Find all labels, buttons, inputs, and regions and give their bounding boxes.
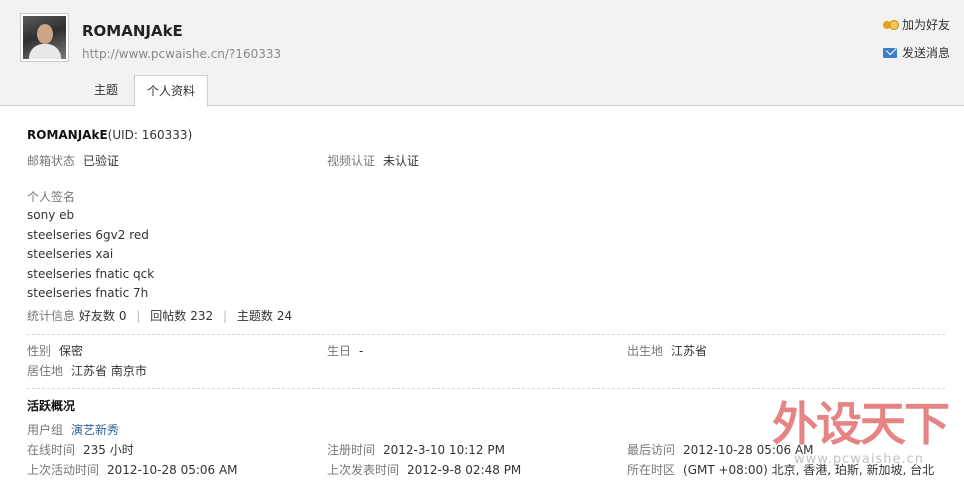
- gender: 性别 保密: [27, 342, 83, 359]
- user-group: 用户组 演艺新秀: [27, 421, 119, 438]
- video-status-value: 未认证: [383, 154, 420, 168]
- email-status-value: 已验证: [83, 154, 120, 168]
- stats-label: 统计信息: [27, 309, 76, 323]
- register-time-value: 2012-3-10 10:12 PM: [383, 443, 505, 457]
- activity-title: 活跃概况: [27, 399, 76, 413]
- last-post-value: 2012-9-8 02:48 PM: [407, 463, 522, 477]
- last-active-value: 2012-10-28 05:06 AM: [107, 463, 238, 477]
- stat-separator: |: [136, 309, 141, 323]
- last-visit: 最后访问 2012-10-28 05:06 AM: [627, 441, 814, 458]
- stat-replies-label[interactable]: 回帖数: [150, 309, 186, 323]
- birthplace-value: 江苏省: [671, 344, 708, 358]
- send-message-button[interactable]: 发送消息: [882, 44, 950, 61]
- residence: 居住地 江苏省 南京市: [27, 362, 147, 379]
- stat-separator: |: [222, 309, 227, 323]
- profile-tabs: 主题 个人资料: [82, 75, 209, 107]
- signature-line: steelseries 6gv2 red: [27, 228, 149, 242]
- last-visit-label: 最后访问: [627, 443, 676, 457]
- add-friend-button[interactable]: 加为好友: [882, 16, 950, 33]
- add-friend-icon: [882, 19, 899, 31]
- profile-url[interactable]: http://www.pcwaishe.cn/?160333: [82, 47, 281, 61]
- timezone: 所在时区 (GMT +08:00) 北京, 香港, 珀斯, 新加坡, 台北: [627, 461, 947, 480]
- signature-line: sony eb: [27, 208, 75, 222]
- last-active: 上次活动时间 2012-10-28 05:06 AM: [27, 461, 238, 478]
- birthday-label: 生日: [327, 344, 352, 358]
- timezone-value: (GMT +08:00) 北京, 香港, 珀斯, 新加坡, 台北: [683, 463, 935, 477]
- tab-topics[interactable]: 主题: [82, 75, 130, 106]
- avatar[interactable]: [20, 13, 69, 62]
- user-group-link[interactable]: 演艺新秀: [71, 423, 119, 437]
- birthday: 生日 -: [327, 342, 363, 359]
- signature-line: steelseries fnatic qck: [27, 267, 155, 281]
- stat-topics-value: 24: [276, 309, 293, 323]
- stat-friends-label[interactable]: 好友数: [79, 309, 115, 323]
- signature-label: 个人签名: [27, 190, 76, 204]
- online-time-label: 在线时间: [27, 443, 76, 457]
- birthplace: 出生地 江苏省: [627, 342, 707, 359]
- stat-topics-label[interactable]: 主题数: [237, 309, 273, 323]
- video-status-label: 视频认证: [327, 154, 376, 168]
- residence-value: 江苏省 南京市: [71, 364, 147, 378]
- register-time-label: 注册时间: [327, 443, 376, 457]
- add-friend-label: 加为好友: [901, 18, 950, 32]
- last-post: 上次发表时间 2012-9-8 02:48 PM: [327, 461, 521, 478]
- birthplace-label: 出生地: [627, 344, 664, 358]
- video-status: 视频认证 未认证: [327, 152, 419, 169]
- residence-label: 居住地: [27, 364, 64, 378]
- last-post-label: 上次发表时间: [327, 463, 400, 477]
- timezone-label: 所在时区: [627, 463, 676, 477]
- stat-replies-value: 232: [190, 309, 214, 323]
- mail-icon: [882, 47, 897, 58]
- last-visit-value: 2012-10-28 05:06 AM: [683, 443, 814, 457]
- profile-username: ROMANJAkE: [82, 22, 183, 40]
- avatar-image: [23, 16, 66, 59]
- online-time: 在线时间 235 小时: [27, 441, 134, 458]
- last-active-label: 上次活动时间: [27, 463, 100, 477]
- email-status-label: 邮箱状态: [27, 154, 76, 168]
- email-status: 邮箱状态 已验证: [27, 152, 119, 169]
- tab-profile[interactable]: 个人资料: [134, 75, 209, 107]
- section-divider: [27, 388, 945, 389]
- stats-line: 统计信息 好友数 0 | 回帖数 232 | 主题数 24: [27, 307, 292, 324]
- gender-value: 保密: [59, 344, 84, 358]
- uid-text: (UID: 160333): [107, 128, 193, 142]
- info-name: ROMANJAkE: [27, 128, 108, 142]
- stat-friends-value: 0: [118, 309, 127, 323]
- birthday-value: -: [359, 344, 364, 358]
- signature-line: steelseries fnatic 7h: [27, 286, 149, 300]
- register-time: 注册时间 2012-3-10 10:12 PM: [327, 441, 505, 458]
- send-message-label: 发送消息: [901, 46, 950, 60]
- section-divider: [27, 334, 945, 335]
- online-time-value: 235 小时: [83, 443, 134, 457]
- user-group-label: 用户组: [27, 423, 64, 437]
- gender-label: 性别: [27, 344, 52, 358]
- profile-header: ROMANJAkE http://www.pcwaishe.cn/?160333…: [0, 0, 964, 107]
- signature-line: steelseries xai: [27, 247, 114, 261]
- uid-line: ROMANJAkE(UID: 160333): [27, 128, 192, 142]
